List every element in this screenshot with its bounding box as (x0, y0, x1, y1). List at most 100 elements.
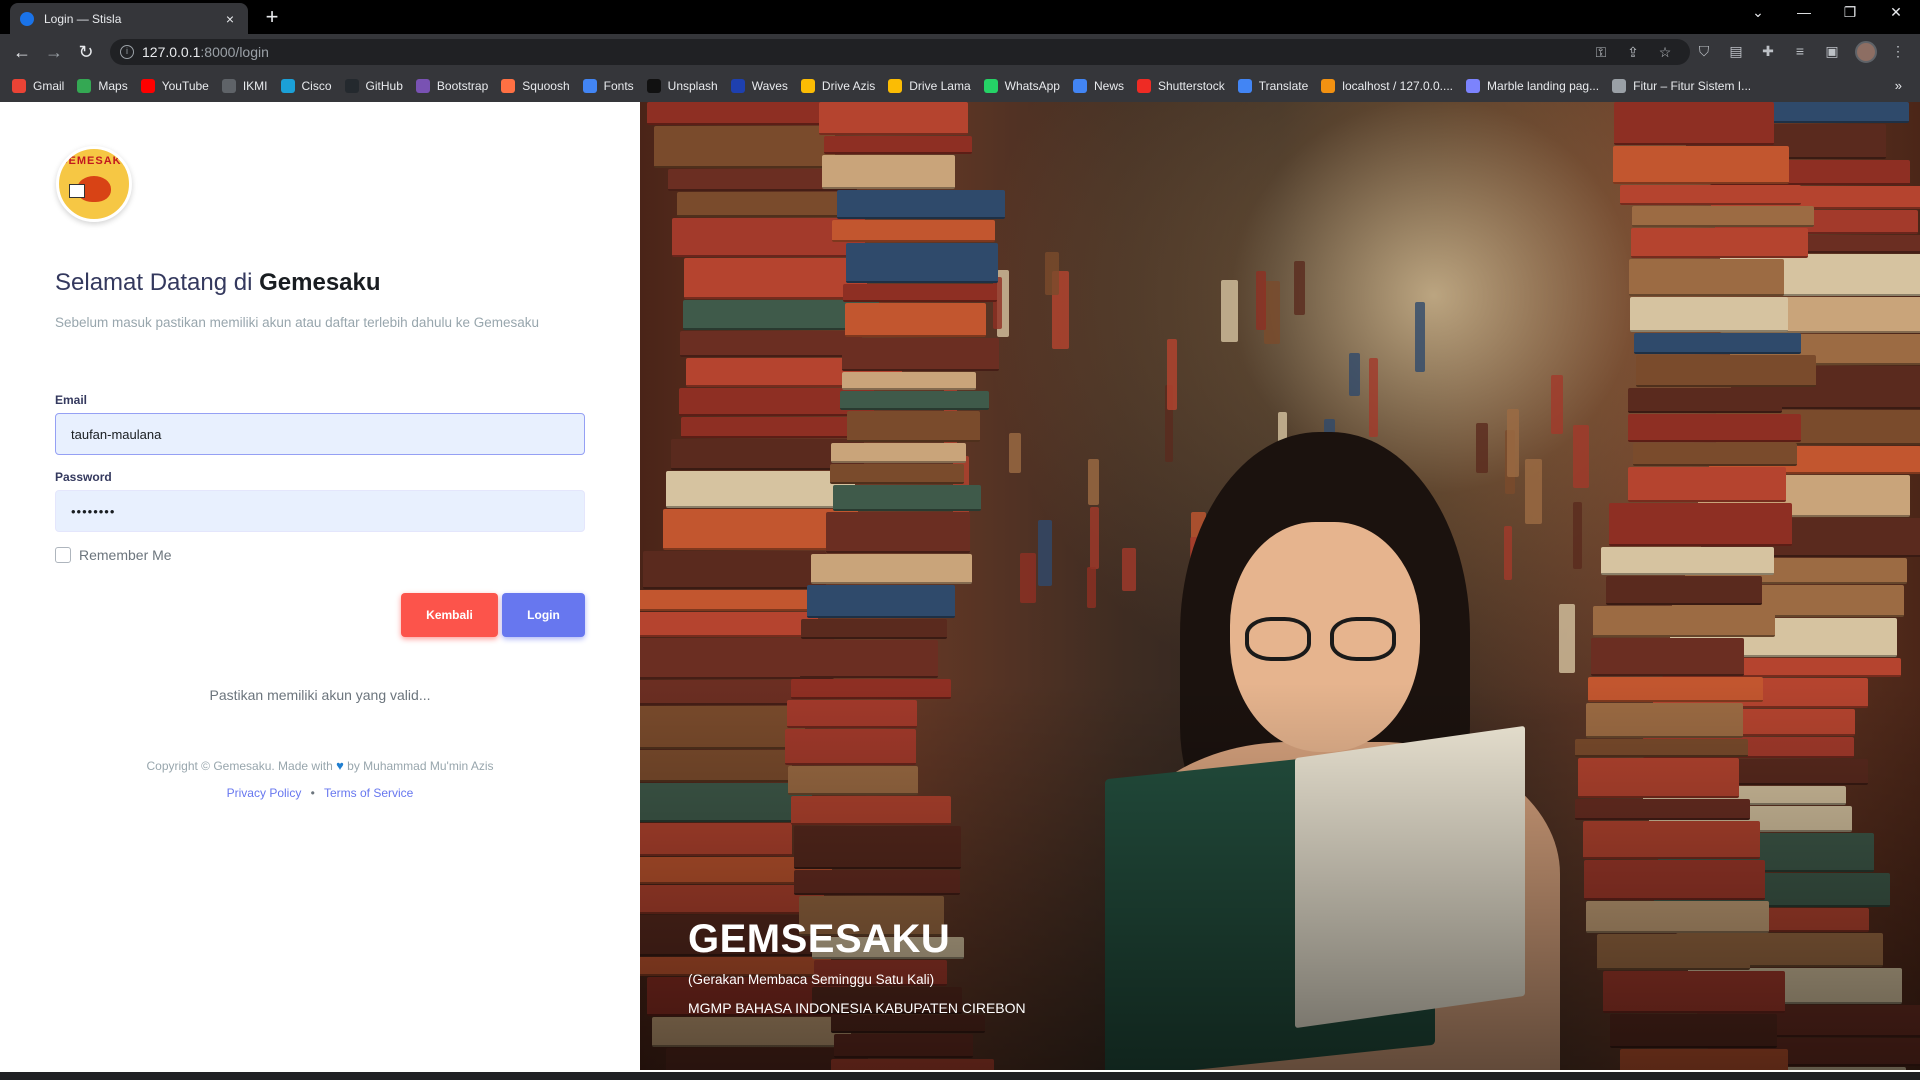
bookmark-item[interactable]: GitHub (344, 79, 403, 93)
bookmark-favicon-icon (280, 79, 295, 93)
side-panel-icon[interactable]: ▣ (1822, 43, 1842, 60)
address-bar[interactable]: i 127.0.0.1:8000/login (110, 39, 1690, 65)
bookmark-label: Waves (751, 79, 788, 93)
bookmarks-bar: Gmail Maps YouTube IKMI Cisco GitHub Bootstrap… (0, 70, 1920, 102)
bookmarks-more-icon[interactable]: » (1895, 78, 1902, 93)
bookmark-favicon-icon (77, 79, 92, 93)
window-close-icon[interactable]: ✕ (1884, 4, 1908, 21)
bookmark-favicon-icon (1466, 79, 1481, 93)
url-path: :8000/login (200, 44, 269, 60)
bookmark-label: IKMI (242, 79, 268, 93)
bookmark-item[interactable]: News (1072, 79, 1124, 93)
site-info-icon[interactable]: i (120, 45, 134, 59)
bookmark-favicon-icon (983, 79, 998, 93)
bookmark-label: Fitur – Fitur Sistem I... (1633, 79, 1752, 93)
bookmark-label: News (1093, 79, 1124, 93)
bookmark-item[interactable]: Drive Lama (888, 79, 971, 93)
bookmark-item[interactable]: Marble landing pag... (1466, 79, 1599, 93)
bookmark-label: Fonts (603, 79, 634, 93)
bookmark-favicon-icon (800, 79, 815, 93)
remember-me-checkbox[interactable] (55, 547, 71, 563)
bookmark-favicon-icon (888, 79, 903, 93)
bookmark-item[interactable]: WhatsApp (983, 79, 1060, 93)
bookmark-item[interactable]: localhost / 127.0.0.... (1321, 79, 1453, 93)
browser-tab[interactable]: Login — Stisla × (10, 3, 248, 34)
address-url: 127.0.0.1:8000/login (142, 44, 269, 60)
copyright: Copyright © Gemesaku. Made with ♥ by Muh… (0, 758, 640, 773)
back-button[interactable]: Kembali (401, 593, 498, 637)
new-tab-button[interactable]: + (260, 5, 284, 29)
bookmark-item[interactable]: Squoosh (501, 79, 570, 93)
shield-extension-icon[interactable]: ⛉ (1694, 43, 1714, 60)
tab-close-icon[interactable]: × (222, 11, 238, 27)
logo-text: GEMESAKU (59, 155, 131, 167)
bookmark-item[interactable]: Cisco (280, 79, 332, 93)
login-panel: GEMESAKU Selamat Datang di Gemesaku Sebe… (0, 102, 640, 1072)
password-field[interactable] (55, 490, 585, 532)
bookmark-label: Unsplash (667, 79, 718, 93)
bookmark-item[interactable]: Gmail (12, 79, 64, 93)
reload-icon[interactable]: ↻ (74, 41, 98, 63)
bookmark-item[interactable]: Shutterstock (1137, 79, 1225, 93)
welcome-prefix: Selamat Datang di (55, 269, 253, 296)
privacy-policy-link[interactable]: Privacy Policy (227, 786, 302, 800)
media-queue-icon[interactable]: ≡ (1790, 43, 1810, 59)
remember-me-label[interactable]: Remember Me (79, 547, 172, 563)
share-icon[interactable]: ⇪ (1624, 44, 1642, 61)
bookmark-label: Marble landing pag... (1487, 79, 1600, 93)
bookmark-item[interactable]: Maps (77, 79, 128, 93)
tab-search-icon[interactable]: ⌄ (1746, 4, 1770, 21)
back-arrow-icon[interactable]: ← (10, 41, 34, 63)
browser-toolbar: ← → ↻ i 127.0.0.1:8000/login ⚿ ⇪ ☆ (0, 34, 1920, 70)
heart-icon: ♥ (336, 758, 344, 773)
bookmark-label: localhost / 127.0.0.... (1342, 79, 1454, 93)
bookmark-favicon-icon (646, 79, 661, 93)
puzzle-extensions-icon[interactable]: ✚ (1758, 43, 1778, 60)
browser-tabstrip: Login — Stisla × + ⌄ — ❐ ✕ (0, 0, 1920, 34)
bookmark-item[interactable]: Fonts (582, 79, 634, 93)
document-extension-icon[interactable]: ▤ (1726, 43, 1746, 60)
bookmark-favicon-icon (1072, 79, 1087, 93)
bookmark-label: Drive Lama (909, 79, 971, 93)
login-subtitle: Sebelum masuk pastikan memiliki akun ata… (55, 315, 540, 330)
key-icon[interactable]: ⚿ (1592, 44, 1610, 61)
bookmark-label: Squoosh (522, 79, 570, 93)
menu-kebab-icon[interactable]: ⋮ (1888, 43, 1908, 60)
footer-links: Privacy Policy • Terms of Service (0, 786, 640, 800)
bookmark-item[interactable]: Unsplash (646, 79, 718, 93)
login-button[interactable]: Login (502, 593, 585, 637)
bookmark-label: Maps (98, 79, 128, 93)
hero-subtitle: (Gerakan Membaca Seminggu Satu Kali) (688, 972, 935, 987)
bookmark-label: Drive Azis (821, 79, 876, 93)
page-title: Selamat Datang di Gemesaku (55, 269, 381, 297)
email-field[interactable] (55, 413, 585, 455)
bookmark-item[interactable]: Waves (730, 79, 788, 93)
bookmark-favicon-icon (501, 79, 516, 93)
bookmark-item[interactable]: Drive Azis (800, 79, 876, 93)
bookmark-favicon-icon (582, 79, 597, 93)
bookmark-item[interactable]: IKMI (221, 79, 268, 93)
terms-of-service-link[interactable]: Terms of Service (324, 786, 413, 800)
footer-bullet: • (310, 786, 315, 800)
restore-icon[interactable]: ❐ (1838, 4, 1862, 21)
profile-avatar[interactable] (1855, 41, 1877, 63)
copyright-prefix: Copyright © Gemesaku. Made with (146, 759, 333, 773)
bookmark-label: Shutterstock (1158, 79, 1225, 93)
bookmark-item[interactable]: YouTube (140, 79, 209, 93)
bookmark-star-icon[interactable]: ☆ (1656, 44, 1674, 61)
forward-arrow-icon[interactable]: → (42, 41, 66, 63)
bookmark-favicon-icon (12, 79, 26, 93)
minimize-icon[interactable]: — (1792, 4, 1816, 20)
tab-title: Login — Stisla (44, 11, 122, 26)
logo-mascot-icon (69, 176, 111, 202)
bookmark-favicon-icon (1137, 79, 1151, 93)
bookmark-label: GitHub (365, 79, 403, 93)
bookmark-favicon-icon (1321, 79, 1336, 93)
bookmark-item[interactable]: Translate (1237, 79, 1308, 93)
bookmark-label: YouTube (161, 79, 209, 93)
bookmark-item[interactable]: Bootstrap (415, 79, 488, 93)
bookmark-item[interactable]: Fitur – Fitur Sistem I... (1612, 79, 1751, 93)
hero-organization: MGMP BAHASA INDONESIA KABUPATEN CIREBON (688, 1000, 1026, 1016)
bookmark-label: Cisco (301, 79, 332, 93)
login-hint: Pastikan memiliki akun yang valid... (209, 687, 431, 703)
